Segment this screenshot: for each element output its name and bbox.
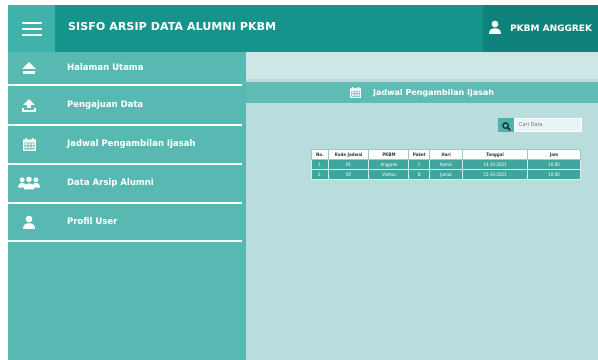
upload-icon bbox=[18, 96, 40, 114]
schedule-table: No. Kode Jadwal PKBM Paket Hari Tanggal … bbox=[311, 149, 582, 180]
table-cell: 2. bbox=[311, 169, 329, 180]
table-cell: 10.00 bbox=[526, 159, 582, 170]
calendar-icon bbox=[350, 83, 362, 102]
group-icon bbox=[18, 174, 40, 192]
sidebar-divider bbox=[8, 84, 242, 86]
sidebar-item-pengajuan-data[interactable]: Pengajuan Data bbox=[8, 87, 246, 123]
table-cell: 14-10-2021 bbox=[462, 159, 528, 170]
app-frame: SISFO ARSIP DATA ALUMNI PKBM PKBM ANGGRE… bbox=[8, 5, 598, 360]
sidebar-item-label: Data Arsip Alumni bbox=[67, 178, 154, 188]
column-header: PKBM bbox=[368, 149, 410, 160]
column-header: No. bbox=[311, 149, 329, 160]
sidebar-item-profil-user[interactable]: Profil User bbox=[8, 204, 246, 240]
column-header: Jam bbox=[526, 149, 582, 160]
column-header: Paket bbox=[408, 149, 431, 160]
sidebar-item-label: Halaman Utama bbox=[67, 63, 144, 73]
sidebar: Halaman Utama Pengajuan Data Jadwal Peng… bbox=[8, 52, 246, 360]
sidebar-item-label: Pengajuan Data bbox=[67, 100, 144, 110]
hamburger-menu-button[interactable] bbox=[8, 5, 55, 52]
table-cell: B bbox=[408, 169, 431, 180]
sidebar-divider bbox=[8, 240, 242, 242]
calendar-icon bbox=[18, 135, 40, 153]
search-icon bbox=[501, 116, 511, 135]
table-cell: Anggrek bbox=[368, 159, 410, 170]
main-content: Jadwal Pengambilan Ijasah No. Kode Jadwa… bbox=[246, 52, 598, 360]
table-cell: 92 bbox=[327, 169, 370, 180]
content-header: Jadwal Pengambilan Ijasah bbox=[246, 82, 598, 103]
sidebar-item-halaman-utama[interactable]: Halaman Utama bbox=[8, 52, 246, 84]
app-title: SISFO ARSIP DATA ALUMNI PKBM bbox=[68, 20, 277, 33]
user-icon bbox=[18, 213, 40, 231]
user-icon bbox=[489, 19, 502, 38]
table-cell: C bbox=[408, 159, 431, 170]
search-bar bbox=[498, 118, 582, 132]
home-icon bbox=[18, 59, 40, 77]
page-title: Jadwal Pengambilan Ijasah bbox=[373, 88, 494, 97]
table-row[interactable]: 1. 91 Anggrek C Kamis 14-10-2021 10.00 bbox=[311, 159, 582, 170]
column-header: Hari bbox=[429, 149, 464, 160]
table-cell: Kamis bbox=[429, 159, 464, 170]
hamburger-line bbox=[21, 21, 42, 24]
sidebar-item-label: Profil User bbox=[67, 217, 118, 227]
top-bar: SISFO ARSIP DATA ALUMNI PKBM PKBM ANGGRE… bbox=[8, 5, 598, 52]
column-header: Tanggal bbox=[462, 149, 528, 160]
table-cell: Vishnu bbox=[368, 169, 410, 180]
sidebar-item-label: Jadwal Pengambilan Ijasah bbox=[67, 139, 196, 149]
hamburger-line bbox=[21, 33, 42, 36]
table-cell: Jumat bbox=[429, 169, 464, 180]
table-cell: 15-10-2021 bbox=[462, 169, 528, 180]
table-cell: 1. bbox=[311, 159, 329, 170]
table-cell: 91 bbox=[327, 159, 370, 170]
sidebar-item-data-arsip-alumni[interactable]: Data Arsip Alumni bbox=[8, 165, 246, 201]
main-top-strip bbox=[246, 52, 598, 79]
table-row[interactable]: 2. 92 Vishnu B Jumat 15-10-2021 10.00 bbox=[311, 169, 582, 180]
search-button[interactable] bbox=[498, 118, 514, 132]
table-cell: 10.00 bbox=[526, 169, 582, 180]
user-menu[interactable]: PKBM ANGGREK bbox=[483, 5, 598, 52]
search-input[interactable] bbox=[514, 118, 582, 132]
table-header-row: No. Kode Jadwal PKBM Paket Hari Tanggal … bbox=[311, 149, 582, 160]
user-name: PKBM ANGGREK bbox=[510, 23, 592, 34]
column-header: Kode Jadwal bbox=[327, 149, 370, 160]
hamburger-line bbox=[21, 27, 42, 30]
sidebar-item-jadwal-pengambilan-ijasah[interactable]: Jadwal Pengambilan Ijasah bbox=[8, 126, 246, 162]
